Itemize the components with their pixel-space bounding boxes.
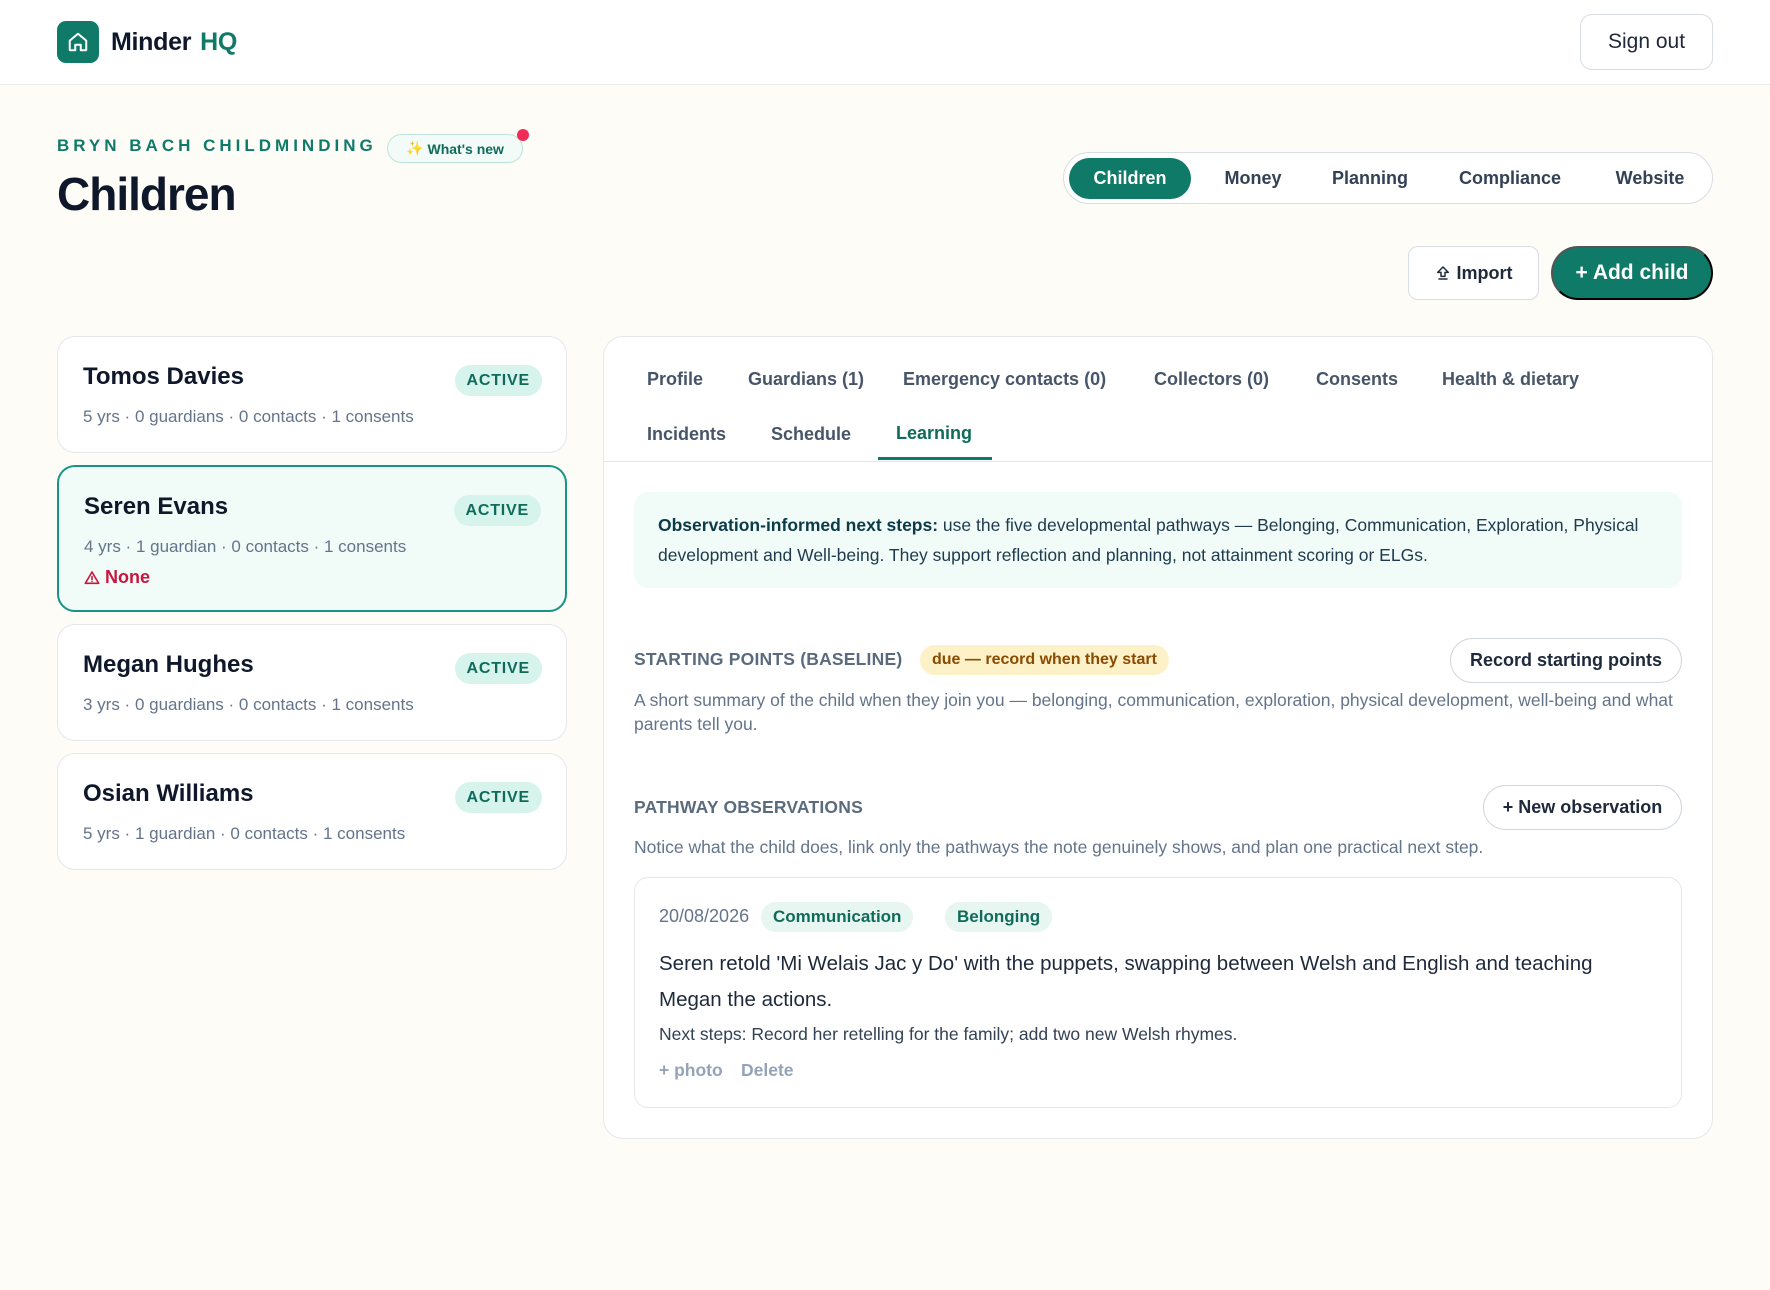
whats-new-button[interactable]: ✨ What's new — [387, 129, 529, 163]
pathway-observations-title: PATHWAY OBSERVATIONS — [634, 797, 863, 817]
pathway-tag-communication: Communication — [761, 902, 914, 932]
child-card-osian-williams[interactable]: Osian Williams ACTIVE 5 yrs · 1 guardian… — [57, 753, 567, 870]
child-meta: 4 yrs · 1 guardian · 0 contacts · 1 cons… — [84, 537, 407, 556]
tab-divider — [604, 461, 1712, 462]
status-badge: ACTIVE — [454, 653, 542, 684]
child-name: Megan Hughes — [83, 651, 254, 678]
add-child-button[interactable]: + Add child — [1551, 246, 1713, 300]
observation-next-steps: Next steps: Record her retelling for the… — [659, 1024, 1238, 1044]
nav-money[interactable]: Money — [1202, 158, 1304, 199]
due-badge: due — record when they start — [920, 645, 1169, 675]
whats-new-label: What's new — [427, 140, 504, 157]
allergy-alert: None — [84, 567, 150, 588]
app-suffix: HQ — [200, 28, 238, 56]
status-badge: ACTIVE — [454, 365, 542, 396]
tab-incidents[interactable]: Incidents — [647, 424, 726, 445]
nav-children[interactable]: Children — [1069, 158, 1191, 199]
notification-dot — [517, 129, 529, 141]
import-label: Import — [1456, 262, 1513, 283]
tab-guardians[interactable]: Guardians (1) — [748, 369, 864, 390]
child-card-tomos-davies[interactable]: Tomos Davies ACTIVE 5 yrs · 0 guardians … — [57, 336, 567, 453]
import-button[interactable]: Import — [1408, 246, 1539, 300]
status-badge: ACTIVE — [453, 495, 541, 526]
tab-collectors[interactable]: Collectors (0) — [1154, 369, 1269, 390]
child-card-megan-hughes[interactable]: Megan Hughes ACTIVE 3 yrs · 0 guardians … — [57, 624, 567, 741]
child-meta: 5 yrs · 1 guardian · 0 contacts · 1 cons… — [83, 824, 406, 843]
home-icon[interactable] — [57, 21, 99, 63]
starting-points-description: A short summary of the child when they j… — [634, 690, 1673, 734]
tab-learning[interactable]: Learning — [896, 423, 972, 444]
app-name: Minder — [111, 28, 192, 56]
warning-icon — [84, 570, 100, 584]
top-bar: Minder HQ Sign out — [0, 0, 1770, 85]
tab-health-dietary[interactable]: Health & dietary — [1442, 369, 1579, 390]
sign-out-button[interactable]: Sign out — [1580, 14, 1713, 70]
child-name: Tomos Davies — [83, 363, 244, 390]
child-card-seren-evans[interactable]: Seren Evans ACTIVE 4 yrs · 1 guardian · … — [57, 465, 567, 612]
active-tab-indicator — [878, 457, 992, 460]
record-starting-points-button[interactable]: Record starting points — [1450, 638, 1682, 683]
observation-card: 20/08/2026 Communication Belonging Seren… — [634, 877, 1682, 1108]
starting-points-title: STARTING POINTS (BASELINE) — [634, 649, 903, 669]
sparkle-icon: ✨ — [406, 140, 424, 156]
nav-planning[interactable]: Planning — [1312, 158, 1428, 199]
child-name: Osian Williams — [83, 780, 254, 807]
new-observation-button[interactable]: + New observation — [1483, 785, 1682, 830]
child-meta: 3 yrs · 0 guardians · 0 contacts · 1 con… — [83, 695, 414, 714]
organisation-name: BRYN BACH CHILDMINDING — [57, 136, 377, 155]
upload-icon — [1436, 266, 1449, 280]
alert-label: None — [105, 567, 150, 587]
tab-emergency-contacts[interactable]: Emergency contacts (0) — [903, 369, 1106, 390]
page-title: Children — [57, 168, 237, 220]
observation-date: 20/08/2026 — [659, 906, 750, 926]
learning-info-callout: Observation-informed next steps: use the… — [634, 492, 1682, 588]
main-nav: Children Money Planning Compliance Websi… — [1063, 152, 1713, 204]
delete-observation-link[interactable]: Delete — [741, 1060, 794, 1081]
add-photo-link[interactable]: + photo — [659, 1060, 723, 1081]
pathway-tag-belonging: Belonging — [945, 902, 1053, 932]
child-detail-panel: Profile Guardians (1) Emergency contacts… — [603, 336, 1713, 1139]
child-meta: 5 yrs · 0 guardians · 0 contacts · 1 con… — [83, 407, 414, 426]
observation-text: Seren retold 'Mi Welais Jac y Do' with t… — [659, 952, 1593, 1011]
app-brand[interactable]: Minder HQ — [111, 26, 237, 58]
nav-compliance[interactable]: Compliance — [1436, 158, 1584, 199]
pathway-observations-description: Notice what the child does, link only th… — [634, 837, 1484, 857]
tab-schedule[interactable]: Schedule — [771, 424, 851, 445]
nav-website[interactable]: Website — [1592, 158, 1708, 199]
tab-consents[interactable]: Consents — [1316, 369, 1398, 390]
status-badge: ACTIVE — [454, 782, 542, 813]
tab-profile[interactable]: Profile — [647, 369, 703, 390]
info-lead: Observation-informed next steps: — [658, 515, 939, 535]
child-name: Seren Evans — [84, 493, 229, 520]
